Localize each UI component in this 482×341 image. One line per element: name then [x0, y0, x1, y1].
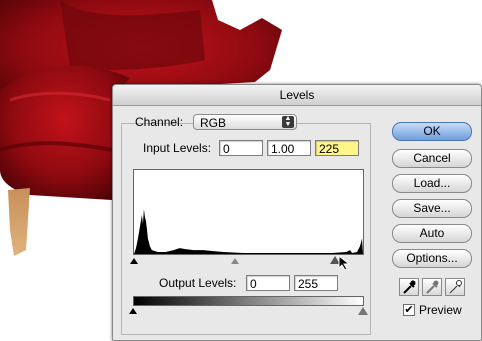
output-black-field[interactable]: 0	[246, 275, 290, 291]
histogram-shape	[134, 209, 363, 254]
mouse-pointer-icon	[338, 255, 351, 271]
cancel-button[interactable]: Cancel	[392, 149, 472, 168]
input-gamma-field[interactable]: 1.00	[267, 140, 311, 156]
input-black-field[interactable]: 0	[219, 140, 263, 156]
output-white-field[interactable]: 255	[294, 275, 338, 291]
save-button[interactable]: Save...	[392, 199, 472, 218]
preview-checkbox[interactable]: ✔	[403, 304, 415, 316]
gray-eyedropper-button[interactable]	[422, 278, 442, 296]
output-black-slider[interactable]	[129, 308, 137, 314]
channel-value: RGB	[200, 116, 227, 130]
output-white-slider[interactable]	[358, 307, 368, 315]
input-black-slider[interactable]	[130, 258, 138, 264]
preview-label: Preview	[419, 303, 462, 317]
channel-label: Channel:	[135, 115, 184, 129]
input-levels-label: Input Levels:	[143, 141, 212, 155]
load-button[interactable]: Load...	[392, 174, 472, 193]
options-button[interactable]: Options...	[392, 249, 472, 268]
black-eyedropper-button[interactable]	[399, 278, 419, 296]
select-arrows-icon: ▲ ▼	[282, 115, 294, 128]
channel-select[interactable]: RGB ▲ ▼	[193, 114, 297, 130]
black-eyedropper-icon	[403, 280, 416, 294]
white-eyedropper-icon	[449, 280, 462, 294]
levels-dialog: Levels Channel: RGB ▲ ▼ Input Levels: 0 1…	[112, 84, 482, 341]
auto-button[interactable]: Auto	[392, 224, 472, 243]
dialog-title: Levels	[113, 85, 481, 106]
output-levels-label: Output Levels:	[159, 276, 237, 290]
gray-eyedropper-icon	[426, 280, 439, 294]
output-gradient-bar	[133, 296, 364, 306]
white-eyedropper-button[interactable]	[445, 278, 465, 296]
input-white-field[interactable]: 225	[315, 140, 359, 156]
input-gamma-slider[interactable]	[231, 258, 239, 264]
histogram	[133, 169, 364, 255]
ok-button[interactable]: OK	[392, 122, 472, 141]
